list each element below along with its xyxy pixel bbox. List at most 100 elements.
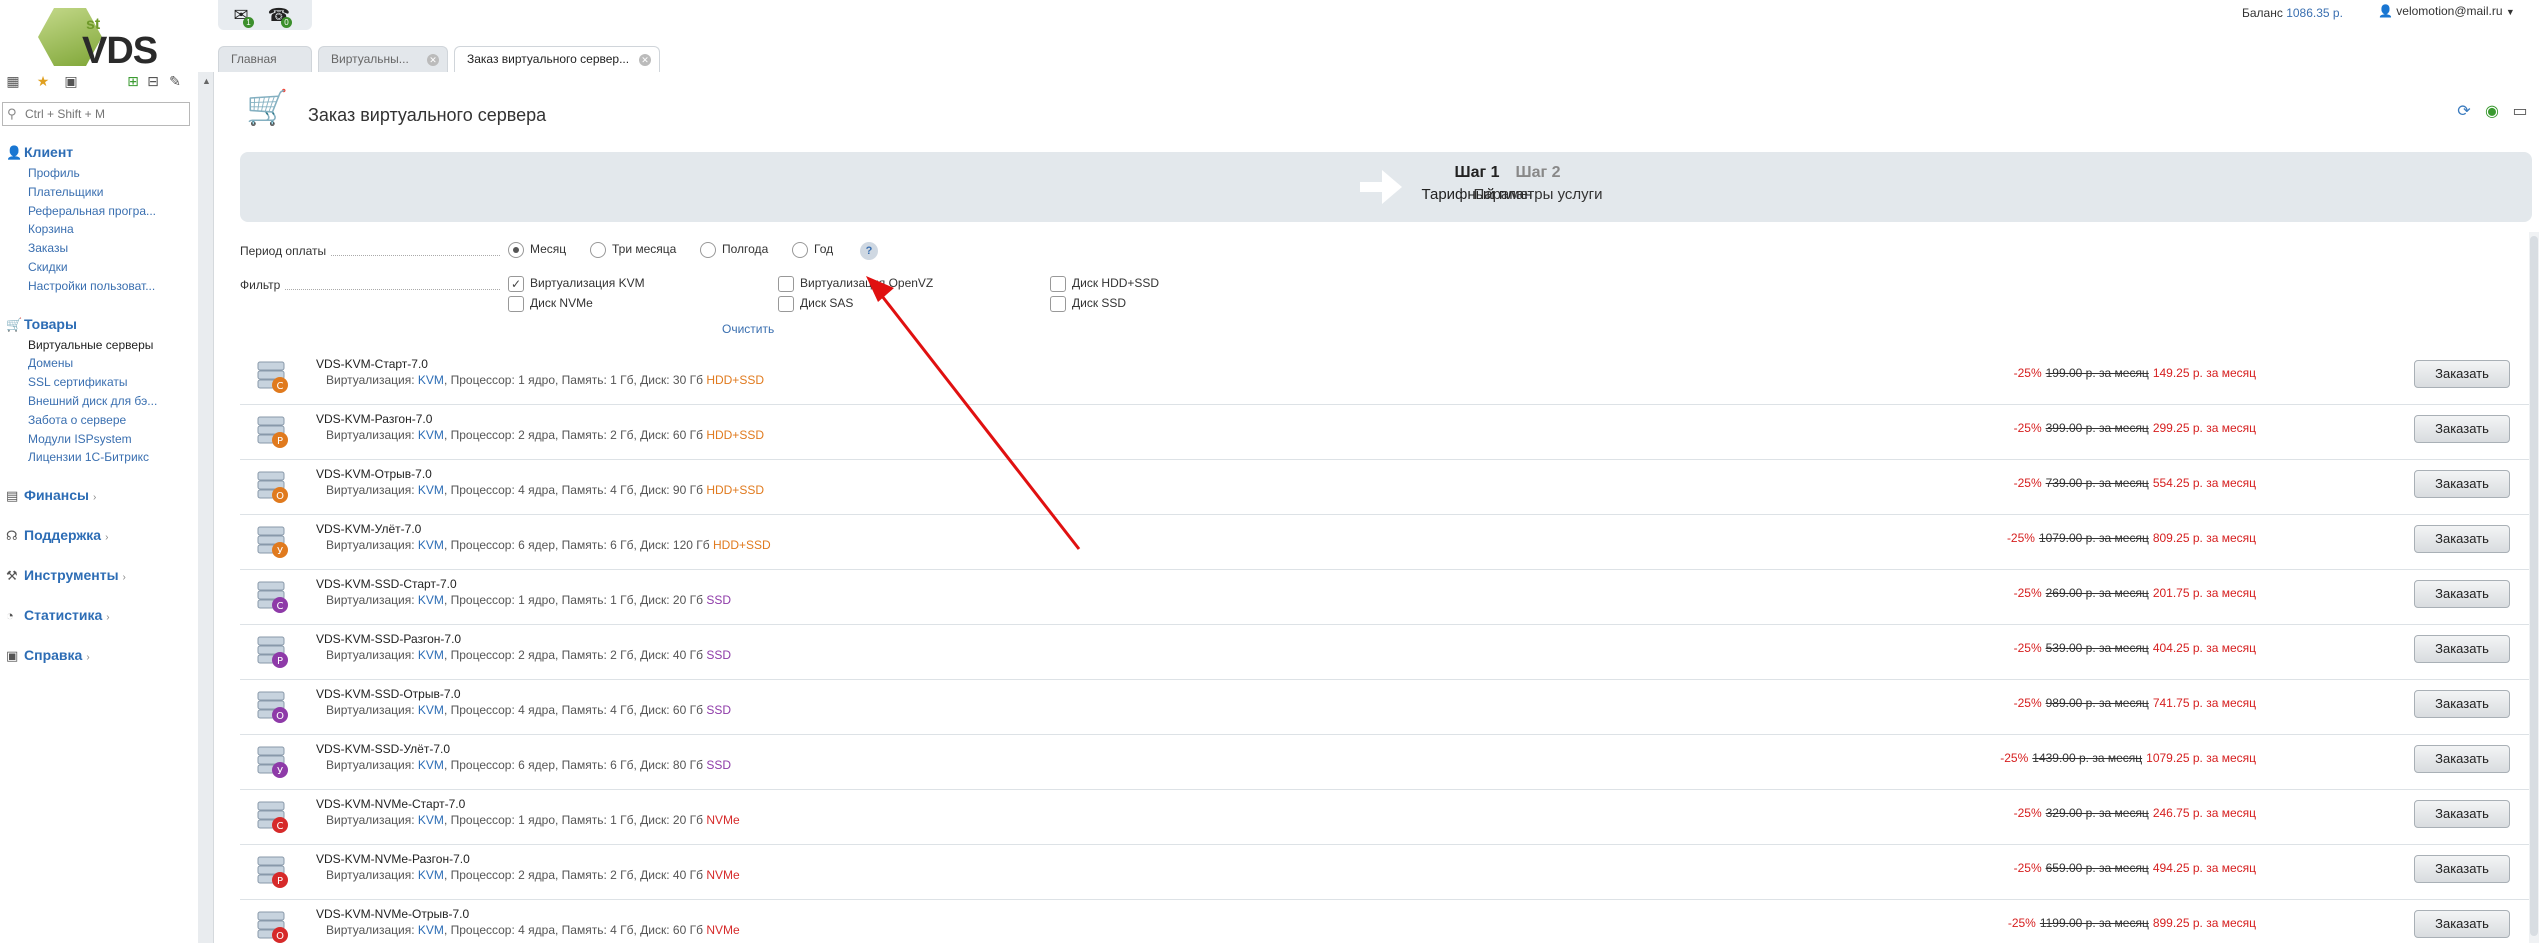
order-button[interactable]: Заказать — [2414, 415, 2510, 443]
sidebar-section-label: Товары — [24, 315, 77, 332]
order-button[interactable]: Заказать — [2414, 470, 2510, 498]
sidebar-section-0[interactable]: 👤 Клиент — [6, 144, 73, 161]
new-price: 494.25 р. за месяц — [2152, 861, 2256, 875]
sidebar-item[interactable]: Профиль — [28, 166, 80, 180]
sidebar-item[interactable]: Домены — [28, 356, 73, 370]
tab-home[interactable]: Главная — [218, 46, 312, 72]
order-button[interactable]: Заказать — [2414, 635, 2510, 663]
discount-percent: -25% — [2013, 586, 2042, 600]
new-price: 741.75 р. за месяц — [2152, 696, 2256, 710]
logo[interactable]: st VDS — [38, 4, 158, 72]
briefcase-icon[interactable]: ▣ — [62, 72, 80, 90]
support-badge: 0 — [281, 17, 292, 28]
sidebar-section-5[interactable]: ◔ Статистика › — [6, 607, 110, 623]
order-button[interactable]: Заказать — [2414, 800, 2510, 828]
period-option-month[interactable]: Месяц — [508, 242, 566, 258]
help-icon[interactable]: ? — [860, 242, 878, 260]
sidebar-item[interactable]: Корзина — [28, 222, 74, 236]
news-icon[interactable]: ✉ 1 — [228, 2, 254, 28]
tariff-name[interactable]: VDS-KVM-NVMe-Разгон-7.0 — [316, 852, 470, 866]
sidebar-item[interactable]: Забота о сервере — [28, 413, 126, 427]
tariff-row: О VDS-KVM-NVMe-Отрыв-7.0 Виртуализация: KV… — [240, 900, 2532, 943]
order-button[interactable]: Заказать — [2414, 525, 2510, 553]
order-button[interactable]: Заказать — [2414, 745, 2510, 773]
sidebar-collapse-bar[interactable]: ▲ — [198, 72, 214, 943]
tariff-row: С VDS-KVM-Старт-7.0 Виртуализация: KVM, Пр… — [240, 350, 2532, 405]
filter-ssd[interactable]: Диск SSD — [1050, 296, 1126, 312]
balance-value[interactable]: 1086.35 р. — [2286, 6, 2343, 20]
tariff-description: Виртуализация: KVM, Процессор: 4 ядра, П… — [326, 923, 740, 937]
sidebar-item[interactable]: Модули ISPsystem — [28, 432, 132, 446]
tab-label: Главная — [231, 52, 277, 66]
menu-icon[interactable]: ▦ — [4, 72, 22, 90]
sidebar-item[interactable]: Лицензии 1С-Битрикс — [28, 450, 149, 464]
period-option-halfyear[interactable]: Полгода — [700, 242, 768, 258]
order-button[interactable]: Заказать — [2414, 910, 2510, 938]
tariff-name[interactable]: VDS-KVM-SSD-Улёт-7.0 — [316, 742, 450, 756]
sidebar-item[interactable]: Внешний диск для бэ... — [28, 394, 157, 408]
filter-sas[interactable]: Диск SAS — [778, 296, 853, 312]
user-menu[interactable]: 👤 velomotion@mail.ru ▼ — [2378, 4, 2515, 18]
tariff-name[interactable]: VDS-KVM-Разгон-7.0 — [316, 412, 432, 426]
filter-nvme[interactable]: Диск NVMe — [508, 296, 593, 312]
order-button[interactable]: Заказать — [2414, 360, 2510, 388]
star-icon[interactable]: ★ — [34, 72, 52, 90]
sidebar-item[interactable]: SSL сертификаты — [28, 375, 127, 389]
tariff-name[interactable]: VDS-KVM-SSD-Отрыв-7.0 — [316, 687, 461, 701]
step-2-subtitle: Параметры услуги — [1473, 186, 1603, 203]
order-button[interactable]: Заказать — [2414, 580, 2510, 608]
chevron-right-icon: › — [105, 532, 109, 544]
tab-label: Заказ виртуального сервер... — [467, 52, 630, 66]
sidebar-section-6[interactable]: ▣ Справка › — [6, 647, 90, 664]
refresh-icon[interactable]: ⟳ — [2454, 102, 2474, 122]
server-icon: С — [257, 581, 288, 613]
filter-kvm[interactable]: ✓ Виртуализация KVM — [508, 276, 645, 292]
sidebar-section-1[interactable]: 🛒 Товары — [6, 316, 77, 333]
close-icon[interactable]: ✕ — [639, 54, 651, 66]
tariff-name[interactable]: VDS-KVM-SSD-Старт-7.0 — [316, 577, 457, 591]
sidebar-item[interactable]: Реферальная програ... — [28, 204, 156, 218]
sidebar-item[interactable]: Заказы — [28, 241, 68, 255]
search-input[interactable] — [25, 105, 185, 123]
order-button[interactable]: Заказать — [2414, 690, 2510, 718]
monitor-icon[interactable]: ▭ — [2510, 102, 2530, 122]
tariff-name[interactable]: VDS-KVM-Улёт-7.0 — [316, 522, 421, 536]
period-option-year[interactable]: Год — [792, 242, 833, 258]
tariff-name[interactable]: VDS-KVM-NVMe-Старт-7.0 — [316, 797, 465, 811]
finance-icon: ▤ — [6, 488, 19, 504]
new-price: 554.25 р. за месяц — [2152, 476, 2256, 490]
sidebar-section-2[interactable]: ▤ Финансы › — [6, 487, 96, 504]
sidebar-item[interactable]: Плательщики — [28, 185, 103, 199]
tab-order-server[interactable]: Заказ виртуального сервер... ✕ — [454, 46, 660, 72]
sidebar-item[interactable]: Настройки пользоват... — [28, 279, 155, 293]
sidebar-item[interactable]: Скидки — [28, 260, 68, 274]
tariff-name[interactable]: VDS-KVM-SSD-Разгон-7.0 — [316, 632, 461, 646]
filter-openvz[interactable]: Виртуализация OpenVZ — [778, 276, 933, 292]
collapse-all-icon[interactable]: ⊟ — [144, 72, 162, 90]
new-price: 809.25 р. за месяц — [2152, 531, 2256, 545]
server-icon: Р — [257, 856, 288, 888]
svg-text:У: У — [277, 546, 283, 557]
sidebar-section-4[interactable]: ⚒ Инструменты › — [6, 567, 126, 584]
close-icon[interactable]: ✕ — [427, 54, 439, 66]
sidebar-section-3[interactable]: ☊ Поддержка › — [6, 527, 108, 544]
support-icon[interactable]: ☎ 0 — [266, 2, 292, 28]
clear-filter-link[interactable]: Очистить — [722, 322, 774, 336]
tariff-name[interactable]: VDS-KVM-Старт-7.0 — [316, 357, 428, 371]
new-price: 201.75 р. за месяц — [2152, 586, 2256, 600]
period-option-quarter[interactable]: Три месяца — [590, 242, 676, 258]
globe-icon[interactable]: ◉ — [2482, 102, 2502, 122]
sidebar-item[interactable]: Виртуальные серверы — [28, 338, 153, 352]
tools-icon: ⚒ — [6, 568, 18, 584]
pin-icon[interactable]: ✎ — [166, 72, 184, 90]
checkbox-unchecked — [508, 296, 524, 312]
filter-hdd-ssd[interactable]: Диск HDD+SSD — [1050, 276, 1159, 292]
tab-virtual-servers[interactable]: Виртуальны... ✕ — [318, 46, 448, 72]
expand-all-icon[interactable]: ⊞ — [124, 72, 142, 90]
vertical-scrollbar[interactable] — [2529, 232, 2539, 943]
tariff-name[interactable]: VDS-KVM-NVMe-Отрыв-7.0 — [316, 907, 469, 921]
tariff-name[interactable]: VDS-KVM-Отрыв-7.0 — [316, 467, 432, 481]
scrollbar-thumb[interactable] — [2530, 236, 2538, 936]
discount-percent: -25% — [2013, 641, 2042, 655]
order-button[interactable]: Заказать — [2414, 855, 2510, 883]
